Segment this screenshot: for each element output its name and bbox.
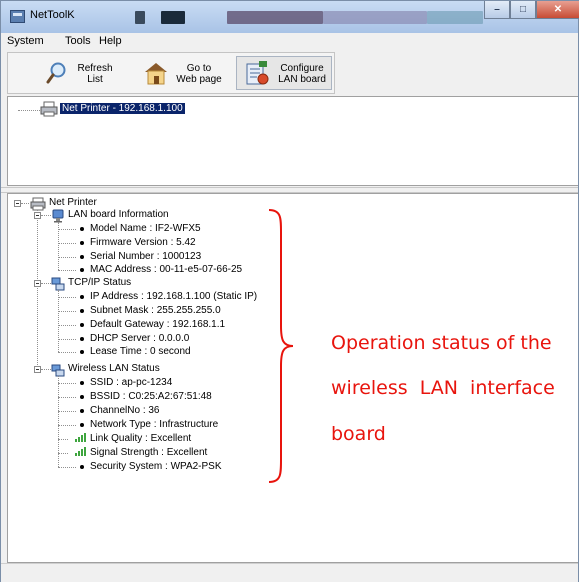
bullet-icon <box>80 323 84 327</box>
tcpip-subnet-mask: Subnet Mask : 255.255.255.0 <box>90 305 221 316</box>
lan-mac-address: MAC Address : 00-11-e5-07-66-25 <box>90 264 243 275</box>
configure-label-line2: LAN board <box>278 74 326 85</box>
go-to-web-page-button[interactable]: Go to Web page <box>136 56 228 90</box>
bullet-icon <box>80 350 84 354</box>
app-window: NetToolK – □ ✕ System Tools Help Refresh… <box>0 0 579 582</box>
bullet-icon <box>80 241 84 245</box>
configure-icon <box>246 61 269 85</box>
tcpip-lease-time: Lease Time : 0 second <box>90 346 191 357</box>
bullet-icon <box>80 295 84 299</box>
bullet-icon <box>80 268 84 272</box>
menu-bar: System Tools Help <box>1 33 578 51</box>
tcpip-ip-address: IP Address : 192.168.1.100 (Static IP) <box>90 291 258 302</box>
magnifier-icon <box>46 62 66 84</box>
wireless-security-system: Security System : WPA2-PSK <box>90 461 222 472</box>
bullet-icon <box>80 409 84 413</box>
wireless-icon <box>51 364 65 377</box>
maximize-button[interactable]: □ <box>510 1 536 19</box>
device-list-item[interactable]: Net Printer - 192.168.1.100 <box>60 103 185 115</box>
close-button[interactable]: ✕ <box>536 1 579 19</box>
window-controls: – □ ✕ <box>484 1 579 21</box>
wireless-ssid: SSID : ap-pc-1234 <box>90 377 173 388</box>
annotation-line-1: Operation status of the <box>331 332 552 354</box>
refresh-list-button[interactable]: Refresh List <box>38 56 122 90</box>
goto-label-line1: Go to <box>186 63 212 74</box>
bullet-icon <box>80 309 84 313</box>
window-title: NetToolK <box>30 9 75 21</box>
tree-root-label[interactable]: Net Printer <box>49 197 97 209</box>
tcpip-default-gateway: Default Gateway : 192.168.1.1 <box>90 319 226 330</box>
lan-board-icon <box>52 209 64 223</box>
refresh-label-line1: Refresh <box>77 63 113 74</box>
signal-bars-icon <box>75 433 87 442</box>
annotation-brace <box>268 209 294 483</box>
menu-tools[interactable]: Tools <box>65 35 91 47</box>
wireless-bssid: BSSID : C0:25:A2:67:51:48 <box>90 391 212 402</box>
menu-help[interactable]: Help <box>99 35 122 47</box>
printer-icon <box>30 197 46 211</box>
lan-firmware-version: Firmware Version : 5.42 <box>90 237 196 248</box>
wireless-signal-strength: Signal Strength : Excellent <box>90 447 208 458</box>
wireless-channel: ChannelNo : 36 <box>90 405 160 416</box>
menu-system[interactable]: System <box>7 35 44 47</box>
wireless-network-type: Network Type : Infrastructure <box>90 419 219 430</box>
printer-icon <box>40 101 58 117</box>
lan-model-name: Model Name : IF2-WFX5 <box>90 223 201 234</box>
bullet-icon <box>80 337 84 341</box>
network-icon <box>51 277 65 291</box>
minimize-button[interactable]: – <box>484 1 510 19</box>
annotation-line-2: wireless LAN interface <box>331 377 555 399</box>
status-bar <box>1 563 578 582</box>
bullet-icon <box>80 381 84 385</box>
tcpip-dhcp-server: DHCP Server : 0.0.0.0 <box>90 333 190 344</box>
bullet-icon <box>80 395 84 399</box>
tcpip-collapse-toggle[interactable] <box>34 280 41 287</box>
tcpip-status-label[interactable]: TCP/IP Status <box>68 277 131 289</box>
root-collapse-toggle[interactable] <box>14 200 21 207</box>
goto-label-line2: Web page <box>176 74 222 85</box>
annotation-line-3: board <box>331 423 386 445</box>
bullet-icon <box>80 255 84 259</box>
lan-serial-number: Serial Number : 1000123 <box>90 251 202 262</box>
title-bar[interactable]: NetToolK – □ ✕ <box>1 1 579 33</box>
toolbar: Refresh List Go to Web page Configure LA… <box>7 52 335 94</box>
device-list-item-label: Net Printer - 192.168.1.100 <box>60 103 185 114</box>
wireless-link-quality: Link Quality : Excellent <box>90 433 192 444</box>
app-icon <box>10 10 25 23</box>
lan-board-collapse-toggle[interactable] <box>34 212 41 219</box>
bullet-icon <box>80 465 84 469</box>
wireless-collapse-toggle[interactable] <box>34 366 41 373</box>
configure-lan-board-button[interactable]: Configure LAN board <box>236 56 332 90</box>
configure-label-line1: Configure <box>280 63 324 74</box>
refresh-label-line2: List <box>87 74 103 85</box>
bullet-icon <box>80 227 84 231</box>
signal-bars-icon <box>75 447 87 456</box>
bullet-icon <box>80 423 84 427</box>
lan-board-info-label[interactable]: LAN board Information <box>68 209 169 221</box>
device-list-pane: Net Printer - 192.168.1.100 <box>7 96 578 186</box>
wireless-status-label[interactable]: Wireless LAN Status <box>68 363 160 375</box>
home-icon <box>145 63 167 85</box>
